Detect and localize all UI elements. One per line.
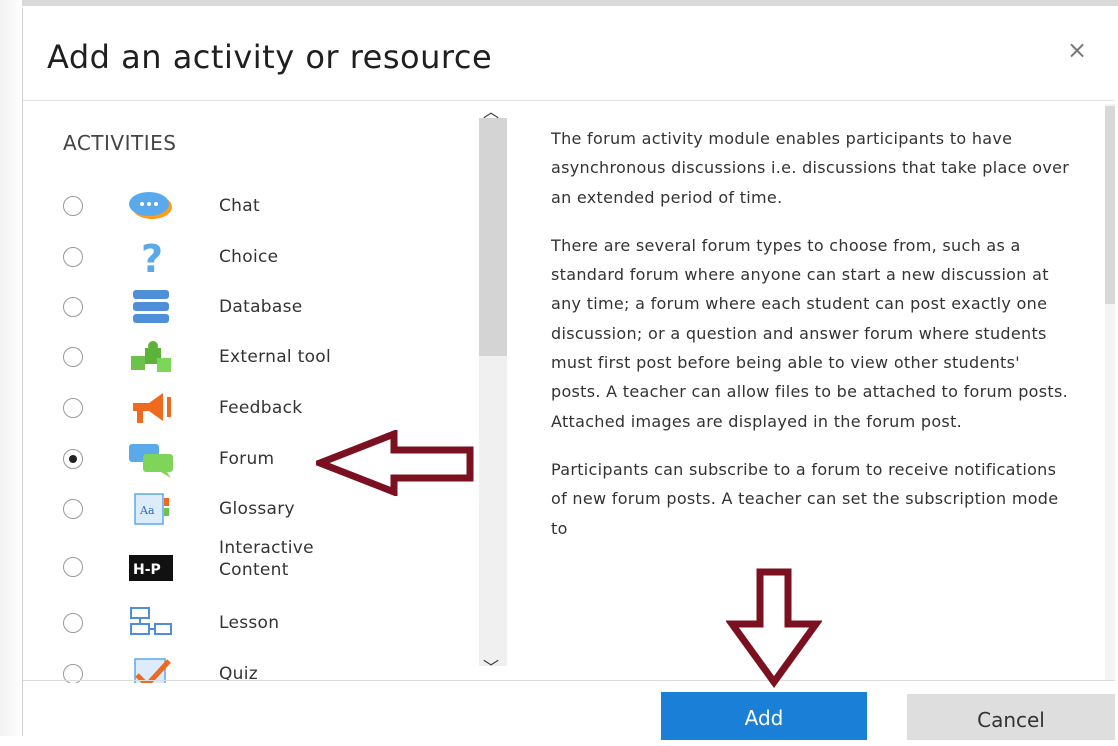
frame-top-edge [0, 0, 1118, 6]
radio-lesson[interactable] [63, 613, 83, 633]
radio-forum[interactable] [63, 449, 83, 469]
radio-feedback[interactable] [63, 398, 83, 418]
activity-label-lesson: Lesson [219, 613, 280, 633]
chat-icon [127, 187, 175, 225]
footer-divider [23, 680, 1115, 681]
chevron-up-icon[interactable]: ︿ [483, 98, 499, 122]
database-icon [127, 288, 175, 326]
radio-choice[interactable] [63, 247, 83, 267]
activity-item-interactive-content[interactable]: H-P Interactive Content [23, 537, 483, 601]
svg-text:H-P: H-P [133, 562, 161, 578]
chevron-down-icon[interactable]: ﹀ [483, 654, 499, 678]
forum-icon [127, 440, 175, 478]
activity-label-interactive-line1: Interactive [219, 538, 314, 558]
activity-item-feedback[interactable]: Feedback [23, 386, 483, 436]
activity-label-database: Database [219, 297, 303, 317]
activity-label-feedback: Feedback [219, 398, 303, 418]
activity-list-scrollbar[interactable]: ︿ ﹀ [479, 102, 507, 680]
section-title-activities: ACTIVITIES [63, 131, 177, 155]
radio-glossary[interactable] [63, 499, 83, 519]
description-scrollbar-thumb[interactable] [1105, 106, 1115, 304]
puzzle-icon [127, 338, 175, 376]
activity-label-choice: Choice [219, 247, 279, 267]
close-icon[interactable]: × [1067, 36, 1087, 64]
activity-item-lesson[interactable]: Lesson [23, 601, 483, 651]
description-paragraph-2: There are several forum types to choose … [551, 235, 1068, 431]
radio-external-tool[interactable] [63, 347, 83, 367]
activity-label-interactive-content: Interactive Content [219, 537, 314, 581]
activity-item-chat[interactable]: Chat [23, 184, 483, 234]
dialog-title: Add an activity or resource [47, 38, 493, 76]
glossary-icon: Aa [127, 490, 175, 528]
description-paragraph-3: Participants can subscribe to a forum to… [551, 459, 1059, 538]
description-paragraph-1: The forum activity module enables partic… [551, 129, 1070, 207]
activity-item-quiz[interactable]: Quiz [23, 652, 483, 683]
annotation-arrow-down-icon [726, 568, 822, 688]
activity-label-glossary: Glossary [219, 499, 295, 519]
activity-list: ACTIVITIES Chat ? Choice Database Extern… [23, 101, 511, 683]
radio-interactive-content[interactable] [63, 557, 83, 577]
megaphone-icon [127, 389, 175, 427]
description-scrollbar[interactable] [1105, 104, 1115, 680]
activity-label-external-tool: External tool [219, 347, 332, 367]
activity-label-forum: Forum [219, 449, 275, 469]
question-icon: ? [127, 237, 175, 281]
add-button[interactable]: Add [661, 692, 867, 740]
h5p-icon: H-P [127, 549, 175, 587]
cancel-button[interactable]: Cancel [907, 694, 1115, 740]
activity-label-interactive-line2: Content [219, 560, 289, 580]
activity-chooser-dialog: Add an activity or resource × ACTIVITIES… [22, 8, 1115, 740]
annotation-arrow-left-icon [316, 430, 474, 496]
frame-left-edge [0, 0, 22, 736]
quiz-icon [127, 655, 175, 683]
lesson-icon [127, 604, 175, 642]
activity-item-choice[interactable]: ? Choice [23, 235, 483, 285]
activity-item-external-tool[interactable]: External tool [23, 335, 483, 385]
scrollbar-thumb[interactable] [479, 118, 507, 356]
svg-text:Aa: Aa [139, 504, 155, 517]
activity-item-database[interactable]: Database [23, 285, 483, 335]
radio-chat[interactable] [63, 196, 83, 216]
radio-database[interactable] [63, 297, 83, 317]
activity-label-chat: Chat [219, 196, 260, 216]
svg-text:?: ? [141, 238, 163, 276]
